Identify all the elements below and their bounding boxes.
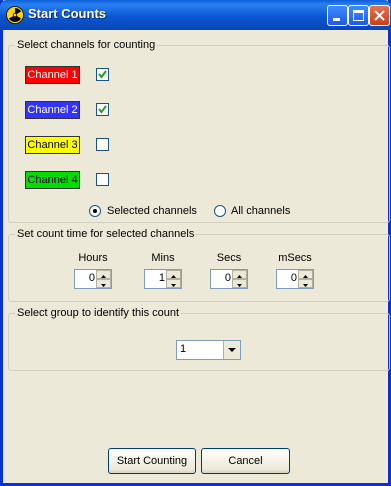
msecs-spinner[interactable]: 0 <box>276 269 314 289</box>
minimize-icon <box>333 18 340 21</box>
msecs-up-button[interactable] <box>298 270 313 279</box>
channel-2-label: Channel 2 <box>25 101 80 119</box>
channel-4-checkbox[interactable] <box>96 173 109 186</box>
radiation-icon <box>6 6 24 24</box>
channel-1-label: Channel 1 <box>25 66 80 84</box>
hours-spinner[interactable]: 0 <box>74 269 112 289</box>
hours-value: 0 <box>88 272 95 284</box>
maximize-button[interactable] <box>348 5 369 26</box>
channel-4-label: Channel 4 <box>25 171 80 189</box>
arrow-down-icon <box>303 284 308 287</box>
group-select-dropdown[interactable]: 1 <box>176 340 241 360</box>
msecs-down-button[interactable] <box>298 279 313 288</box>
mins-down-button[interactable] <box>166 279 181 288</box>
secs-label: Secs <box>216 252 242 264</box>
secs-value: 0 <box>224 272 231 284</box>
group-select-group: Select group to identify this count 1 <box>8 307 390 371</box>
checkmark-icon <box>98 105 107 114</box>
arrow-down-icon <box>237 284 242 287</box>
cancel-button[interactable]: Cancel <box>201 448 290 474</box>
mins-label: Mins <box>151 252 175 264</box>
all-channels-label: All channels <box>231 205 291 217</box>
channel-1-checkbox[interactable] <box>96 68 109 81</box>
selected-channels-radio[interactable] <box>89 205 101 217</box>
arrow-down-icon <box>171 284 176 287</box>
secs-spinner[interactable]: 0 <box>210 269 248 289</box>
channel-3-checkbox[interactable] <box>96 138 109 151</box>
msecs-value: 0 <box>290 272 297 284</box>
secs-down-button[interactable] <box>232 279 247 288</box>
channel-3-label: Channel 3 <box>25 136 80 154</box>
hours-down-button[interactable] <box>96 279 111 288</box>
maximize-icon <box>353 10 364 21</box>
start-counts-dialog: Start Counts Select channels for countin… <box>0 0 391 486</box>
msecs-label: mSecs <box>278 252 312 264</box>
window-title: Start Counts <box>28 6 106 21</box>
group-select-value: 1 <box>180 343 187 355</box>
channels-group: Select channels for counting Channel 1 C… <box>8 39 390 223</box>
arrow-down-icon <box>101 284 106 287</box>
channels-group-legend: Select channels for counting <box>15 39 158 51</box>
title-bar[interactable]: Start Counts <box>0 0 391 30</box>
mins-value: 1 <box>158 272 165 284</box>
hours-up-button[interactable] <box>96 270 111 279</box>
all-channels-radio[interactable] <box>214 205 226 217</box>
selected-channels-label: Selected channels <box>107 205 197 217</box>
start-counting-button[interactable]: Start Counting <box>108 448 196 474</box>
channel-2-checkbox[interactable] <box>96 103 109 116</box>
secs-up-button[interactable] <box>232 270 247 279</box>
group-select-legend: Select group to identify this count <box>15 307 182 319</box>
dropdown-button[interactable] <box>223 341 240 359</box>
minimize-button[interactable] <box>327 5 348 26</box>
checkmark-icon <box>98 70 107 79</box>
chevron-down-icon <box>228 348 236 352</box>
count-time-group-legend: Set count time for selected channels <box>15 228 197 240</box>
count-time-group: Set count time for selected channels Hou… <box>8 228 390 302</box>
hours-label: Hours <box>78 252 108 264</box>
mins-spinner[interactable]: 1 <box>144 269 182 289</box>
close-button[interactable] <box>369 5 390 26</box>
mins-up-button[interactable] <box>166 270 181 279</box>
close-icon <box>374 10 385 21</box>
